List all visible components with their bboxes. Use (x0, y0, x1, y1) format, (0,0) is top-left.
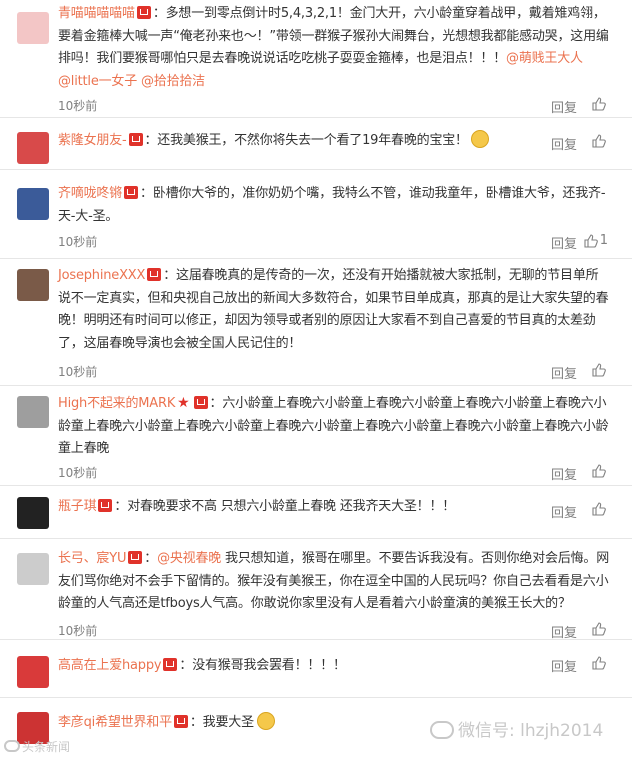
username-link[interactable]: 高高在上爱happy (58, 658, 162, 673)
comment-time: 10秒前 (58, 235, 98, 249)
reply-button[interactable]: 回复 (551, 622, 577, 641)
comment-item: 青喵喵喵喵喵 ：多想一到零点倒计时5,4,3,2,1！金门大开，六小龄童穿着战甲，… (0, 0, 632, 118)
avatar[interactable] (17, 132, 49, 164)
comment-item: 瓶子琪：对春晚要求不高 只想六小龄童上春晚 还我齐天大圣！！！10秒前回复 (0, 486, 632, 539)
mention-link[interactable]: @萌贱王大人 (506, 51, 583, 66)
thumbs-up-icon (592, 464, 606, 478)
comment-time: 10秒前 (58, 466, 98, 480)
member-badge-icon (163, 658, 178, 671)
thumbs-up-icon (592, 656, 606, 670)
reply-button[interactable]: 回复 (551, 502, 577, 521)
thumbs-up-icon (592, 363, 606, 377)
comment-body: ：没有猴哥我会罢看！！！！ (179, 658, 346, 673)
comment-list: 青喵喵喵喵喵 ：多想一到零点倒计时5,4,3,2,1！金门大开，六小龄童穿着战甲，… (0, 0, 632, 759)
thumbs-up-icon (584, 233, 598, 248)
member-badge-icon (128, 551, 143, 564)
comment-text: JosephineXXX ：这届春晚真的是传奇的一次，还没有开始播就被大家抵制，无… (58, 265, 610, 355)
username-link[interactable]: 长弓、宸YU (58, 551, 126, 566)
like-button[interactable] (592, 464, 608, 478)
emoji-icon (470, 130, 489, 148)
username-link[interactable]: JosephineXXX (58, 268, 145, 283)
member-badge-icon (173, 715, 188, 728)
comment-text: High不起来的MARK ★ ：六小龄童上春晚六小龄童上春晚六小龄童上春晚六小龄童上… (58, 392, 610, 461)
mention-link[interactable]: @拾拾拾洁 (141, 74, 205, 89)
reply-button[interactable]: 回复 (551, 464, 577, 483)
comment-time: 10秒前 (58, 624, 98, 638)
comment-item: 长弓、宸YU ：@央视春晚 我只想知道，猴哥在哪里。不要告诉我没有。否则你绝对会后… (0, 539, 632, 641)
comment-text: 齐嘀咙咚锵 ：卧槽你大爷的，准你奶奶个嘴，我特么不管，谁动我童年，卧槽谁大爷，还我… (58, 183, 610, 228)
reply-button[interactable]: 回复 (551, 97, 577, 116)
like-button[interactable] (592, 656, 608, 670)
username-link[interactable]: 青喵喵喵喵喵 (58, 6, 135, 21)
member-badge-icon (136, 6, 151, 19)
avatar[interactable] (17, 12, 49, 44)
comment-body: ：对春晚要求不高 只想六小龄童上春晚 还我齐天大圣！！！ (114, 499, 456, 514)
username-link[interactable]: 李彦qi希望世界和平 (58, 715, 172, 730)
comment-item: 齐嘀咙咚锵 ：卧槽你大爷的，准你奶奶个嘴，我特么不管，谁动我童年，卧槽谁大爷，还我… (0, 170, 632, 259)
corner-mark: 头条新闻 (4, 738, 70, 755)
avatar[interactable] (17, 656, 49, 688)
avatar[interactable] (17, 553, 49, 585)
comment-body: ：我要大圣 (189, 715, 254, 730)
comment-item: 紫隆女朋友-：还我美猴王，不然你将失去一个看了19年春晚的宝宝！10秒前回复 (0, 118, 632, 170)
member-badge-icon (98, 499, 113, 512)
member-badge-icon (193, 396, 208, 409)
avatar[interactable] (17, 396, 49, 428)
vip-star-icon: ★ (177, 395, 190, 411)
like-count: 1 (599, 233, 608, 248)
comment-text: 瓶子琪 ：对春晚要求不高 只想六小龄童上春晚 还我齐天大圣！！！ (58, 496, 610, 519)
comment-item: JosephineXXX ：这届春晚真的是传奇的一次，还没有开始播就被大家抵制，无… (0, 259, 632, 386)
like-button[interactable] (592, 622, 608, 636)
username-link[interactable]: 紫隆女朋友- (58, 133, 127, 148)
username-link[interactable]: 瓶子琪 (58, 499, 97, 514)
thumbs-up-icon (592, 622, 606, 636)
watermark: 微信号: lhzjh2014 (430, 716, 603, 741)
wechat-icon (430, 721, 454, 739)
avatar[interactable] (17, 497, 49, 529)
comment-item: 高高在上爱happy：没有猴哥我会罢看！！！！10秒前回复 (0, 640, 632, 698)
like-button[interactable]: 1 (584, 233, 608, 248)
member-badge-icon (147, 268, 162, 281)
comment-body: ：还我美猴王，不然你将失去一个看了19年春晚的宝宝！ (144, 133, 469, 148)
username-link[interactable]: High不起来的MARK (58, 396, 175, 411)
like-button[interactable] (592, 502, 608, 516)
comment-text: 长弓、宸YU ：@央视春晚 我只想知道，猴哥在哪里。不要告诉我没有。否则你绝对会后… (58, 548, 610, 616)
comment-body: ：卧槽你大爷的，准你奶奶个嘴，我特么不管，谁动我童年，卧槽谁大爷，还我齐-天-大… (58, 186, 606, 224)
thumbs-up-icon (592, 502, 606, 516)
member-badge-icon (124, 186, 139, 199)
mention-link[interactable]: @央视春晚 (157, 551, 221, 566)
comment-text: 高高在上爱happy ：没有猴哥我会罢看！！！！ (58, 655, 610, 678)
reply-button[interactable]: 回复 (551, 656, 577, 675)
reply-button[interactable]: 回复 (551, 134, 577, 153)
comment-item: High不起来的MARK ★ ：六小龄童上春晚六小龄童上春晚六小龄童上春晚六小龄童上… (0, 386, 632, 486)
avatar[interactable] (17, 188, 49, 220)
like-button[interactable] (592, 134, 608, 148)
weibo-icon (4, 740, 20, 752)
thumbs-up-icon (592, 134, 606, 148)
like-button[interactable] (592, 97, 608, 111)
reply-button[interactable]: 回复 (551, 233, 577, 252)
comment-time: 10秒前 (58, 99, 98, 113)
comment-body: ： (144, 551, 158, 566)
member-badge-icon (128, 133, 143, 146)
comment-text: 紫隆女朋友- ：还我美猴王，不然你将失去一个看了19年春晚的宝宝！ (58, 130, 610, 153)
comment-time: 10秒前 (58, 365, 98, 379)
mention-link[interactable]: @little一女子 (58, 74, 137, 89)
like-button[interactable] (592, 363, 608, 377)
comment-text: 青喵喵喵喵喵 ：多想一到零点倒计时5,4,3,2,1！金门大开，六小龄童穿着战甲，… (58, 3, 610, 93)
emoji-icon (256, 712, 275, 730)
thumbs-up-icon (592, 97, 606, 111)
reply-button[interactable]: 回复 (551, 363, 577, 382)
avatar[interactable] (17, 269, 49, 301)
username-link[interactable]: 齐嘀咙咚锵 (58, 186, 122, 201)
